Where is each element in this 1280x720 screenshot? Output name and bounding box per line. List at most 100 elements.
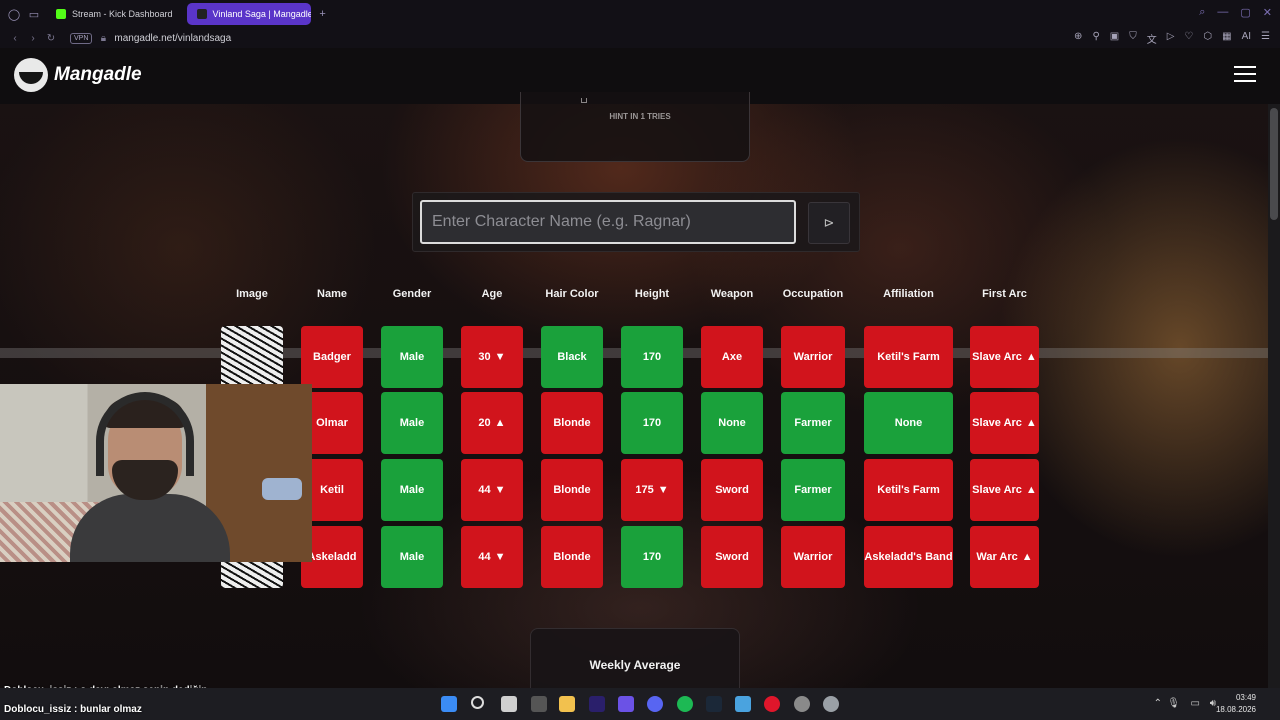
tab-islands-icon[interactable]: ▭ [26, 6, 42, 22]
cell-text: None [894, 417, 923, 429]
cell-text: Blonde [553, 417, 591, 429]
kick-icon [56, 9, 66, 19]
guess-cell-first-arc: War Arc ▲ [970, 526, 1039, 588]
guess-cell-height: 175 ▼ [621, 459, 683, 521]
chat-user: Doblocu_issiz [4, 704, 72, 715]
profile-icon[interactable]: ▦ [1222, 31, 1231, 46]
cell-text: Warrior [793, 351, 833, 363]
zoom-icon[interactable]: ⊕ [1074, 31, 1082, 46]
search-tabs-icon[interactable]: ⌕ [1199, 6, 1205, 19]
guess-cell-weapon: Axe [701, 326, 763, 388]
cell-text: Ketil's Farm [877, 351, 940, 363]
column-header-weapon: Weapon [710, 288, 754, 300]
microphone-icon[interactable]: 🎙︎ [1167, 698, 1180, 709]
site-logo[interactable]: Mangadle [14, 58, 142, 92]
window-controls: ⌕ — ▢ ✕ [1199, 6, 1272, 19]
back-icon[interactable]: ‹ [6, 33, 24, 44]
character-search-input[interactable] [420, 200, 796, 244]
arrow-down-icon: ▼ [494, 484, 506, 496]
extensions-icon[interactable]: ⬡ [1203, 31, 1212, 46]
pin-icon[interactable]: ⚲ [1092, 31, 1099, 46]
settings-icon[interactable] [823, 696, 839, 712]
vpn-badge[interactable]: VPN [70, 32, 93, 44]
guess-cell-hair-color: Blonde [541, 392, 603, 454]
cell-text: Male [399, 417, 425, 429]
play-icon[interactable]: ▷ [1167, 31, 1175, 46]
easy-setup-icon[interactable]: ☰ [1261, 31, 1270, 46]
cell-text: 170 [642, 551, 662, 563]
guess-cell-occupation: Farmer [781, 392, 845, 454]
mangadle-tab-icon [196, 9, 207, 19]
snapshot-icon[interactable]: ▣ [1110, 31, 1119, 46]
cell-text: Black [557, 351, 587, 363]
tab-label: Vinland Saga | Mangadle - [212, 9, 311, 19]
maximize-icon[interactable]: ▢ [1240, 6, 1250, 19]
monitor-icon[interactable] [735, 696, 751, 712]
task-view-icon[interactable] [501, 696, 517, 712]
arrow-up-icon: ▲ [1025, 484, 1037, 496]
url-text[interactable]: mangadle.net/vinlandsaga [114, 33, 231, 44]
shield-icon[interactable]: ⛉ [1129, 31, 1137, 46]
windows-start-icon[interactable] [441, 696, 457, 712]
spotify-icon[interactable] [677, 696, 693, 712]
cell-text: Slave Arc [972, 417, 1022, 429]
guess-cell-occupation: Farmer [781, 459, 845, 521]
file-explorer-icon[interactable] [559, 696, 575, 712]
opera-gx-icon[interactable] [764, 696, 780, 712]
widgets-icon[interactable] [531, 696, 547, 712]
hamburger-menu-icon[interactable] [1234, 66, 1256, 82]
arrow-down-icon: ▼ [494, 351, 506, 363]
cell-text: Badger [313, 351, 351, 363]
column-header-affiliation: Affiliation [883, 288, 934, 300]
clock-time: 03:49 [1235, 693, 1256, 702]
web-page: Mangadle HINT IN 1 TRIES ⊳ Image Name Gend… [0, 48, 1280, 688]
cell-text: 30 [478, 351, 491, 363]
chat-text: bunlar olmaz [80, 704, 142, 715]
brave-icon[interactable] [618, 696, 634, 712]
submit-guess-button[interactable]: ⊳ [808, 202, 850, 244]
opera-menu-icon[interactable]: ◯ [6, 6, 22, 22]
tray-overflow-icon[interactable]: ⌃ [1154, 698, 1162, 709]
logo-text: Mangadle [54, 64, 142, 85]
minimize-icon[interactable]: — [1217, 6, 1228, 19]
guess-cell-age: 30 ▼ [461, 326, 523, 388]
cell-text: Olmar [316, 417, 348, 429]
translate-icon[interactable]: 文 [1147, 31, 1157, 46]
steam-icon[interactable] [706, 696, 722, 712]
arrow-up-icon: ▲ [1021, 551, 1033, 563]
search-icon[interactable] [471, 696, 484, 709]
guess-cell-first-arc: Slave Arc ▲ [970, 392, 1039, 454]
cell-text: Blonde [553, 484, 591, 496]
network-icon[interactable]: ▭ [1191, 698, 1200, 709]
obs-icon[interactable] [794, 696, 810, 712]
weekly-average-title: Weekly Average [589, 658, 681, 672]
column-header-occupation: Occupation [782, 288, 844, 300]
guess-cell-affiliation: Askeladd's Band [864, 526, 953, 588]
guess-cell-hair-color: Blonde [541, 459, 603, 521]
page-scrollbar[interactable] [1268, 104, 1280, 688]
after-effects-icon[interactable] [589, 696, 605, 712]
cell-text: Sword [715, 484, 749, 496]
forward-icon[interactable]: › [24, 33, 42, 44]
cell-text: Blonde [553, 551, 591, 563]
discord-icon[interactable] [647, 696, 663, 712]
guess-cell-affiliation: Ketil's Farm [864, 459, 953, 521]
close-icon[interactable]: ✕ [1263, 6, 1272, 19]
reload-icon[interactable]: ↻ [42, 33, 60, 44]
heart-icon[interactable]: ♡ [1184, 31, 1193, 46]
screen: ◯ ▭ Stream - Kick Dashboard Vinland Saga… [0, 0, 1280, 720]
guess-cell-gender: Male [381, 526, 443, 588]
guess-cell-affiliation: Ketil's Farm [864, 326, 953, 388]
guess-cell-affiliation: None [864, 392, 953, 454]
aria-ai-icon[interactable]: AI [1242, 31, 1251, 46]
guess-cell-age: 44 ▼ [461, 459, 523, 521]
column-header-height: Height [634, 288, 670, 300]
tab-mangadle[interactable]: Vinland Saga | Mangadle - [186, 3, 311, 25]
scrollbar-thumb[interactable] [1270, 108, 1278, 220]
cell-text: None [718, 417, 746, 429]
cell-text: Farmer [794, 417, 832, 429]
clock[interactable]: 03:49 18.08.2026 [1216, 692, 1256, 716]
column-header-image: Image [236, 288, 268, 300]
new-tab-icon[interactable]: + [315, 6, 331, 22]
tab-kick-dashboard[interactable]: Stream - Kick Dashboard [46, 3, 183, 25]
